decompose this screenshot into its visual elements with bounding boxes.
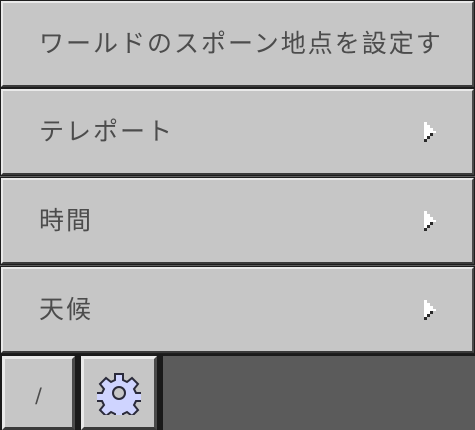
teleport-label: テレポート [39, 117, 175, 147]
weather-label: 天候 [39, 295, 94, 325]
set-world-spawn-label: ワールドのスポーン地点を設定す [39, 29, 443, 59]
time-button[interactable]: 時間 [0, 177, 475, 265]
settings-button[interactable] [81, 356, 157, 430]
teleport-button[interactable]: テレポート [0, 88, 475, 176]
set-world-spawn-button[interactable]: ワールドのスポーン地点を設定す [0, 0, 475, 88]
slash-label: / [35, 383, 42, 408]
weather-button[interactable]: 天候 [0, 266, 475, 354]
gear-icon [97, 373, 141, 415]
chevron-right-icon [424, 122, 436, 142]
time-label: 時間 [39, 206, 94, 236]
chevron-right-icon [424, 211, 436, 231]
command-slash-button[interactable]: / [2, 356, 75, 430]
chevron-right-icon [424, 300, 436, 320]
empty-panel [163, 356, 475, 430]
